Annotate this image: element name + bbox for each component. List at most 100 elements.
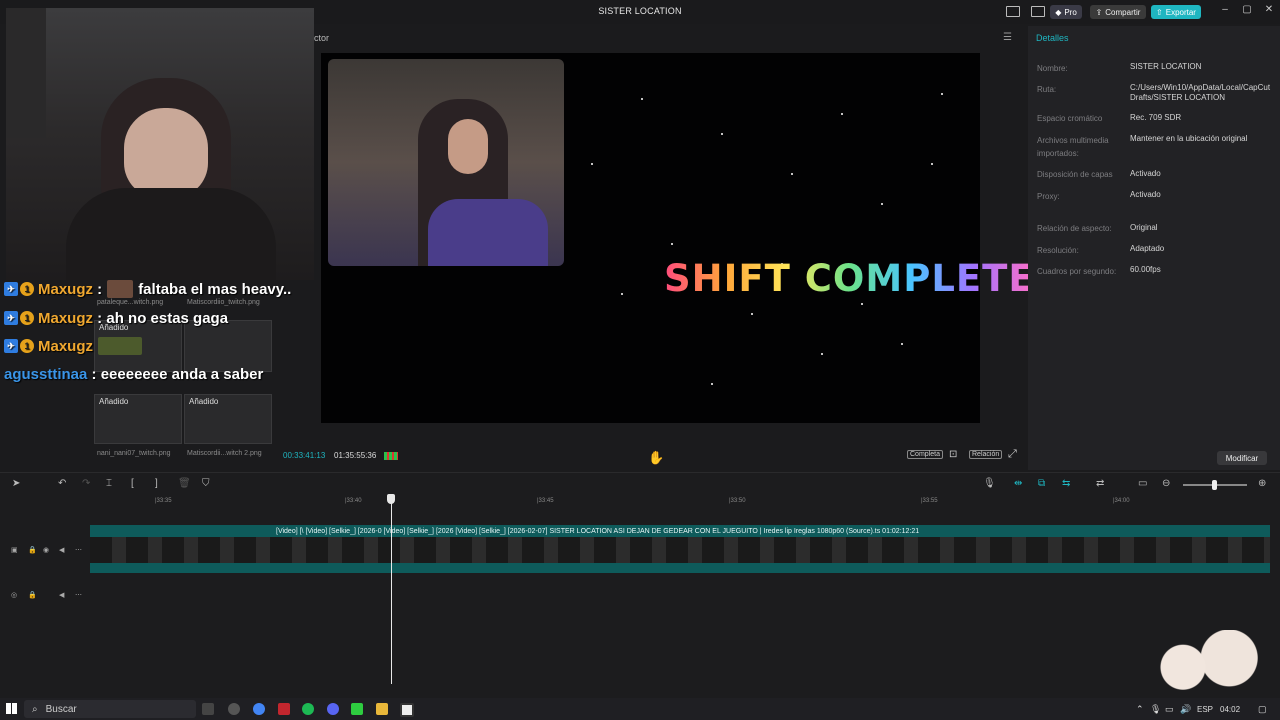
microphone-tray-icon[interactable]: 🎙 xyxy=(1150,704,1161,715)
detail-label: Cuadros por segundo: xyxy=(1037,267,1117,276)
media-thumbnail[interactable]: Añadido xyxy=(184,394,272,444)
magnet-icon[interactable]: ⇹ xyxy=(1014,478,1022,489)
screenshot-icon[interactable]: ⊡ xyxy=(949,449,957,460)
ratio-button[interactable]: Relación xyxy=(969,450,1003,459)
prime-badge-icon: ✈ xyxy=(4,339,18,353)
spotify-icon[interactable] xyxy=(302,703,314,715)
detail-value: Activado xyxy=(1130,169,1161,178)
chrome-icon[interactable] xyxy=(253,703,265,715)
maximize-icon[interactable]: ▢ xyxy=(1240,4,1254,15)
chat-overlay: ✈ 1 Maxugz : faltaba el mas heavy.. ✈ 1 Ma… xyxy=(0,278,315,394)
export-button[interactable]: ⇧ Exportar xyxy=(1151,5,1201,19)
layout-icon[interactable] xyxy=(1006,6,1020,17)
taskbar-search[interactable]: ⌕ Buscar xyxy=(24,700,196,718)
media-item-label: Matiscordii...witch 2.png xyxy=(187,450,262,457)
diamond-icon: ◆ xyxy=(1055,7,1062,17)
audio-track-icon[interactable]: ◎ xyxy=(11,591,17,599)
chat-message: ✈ 1 Maxugz : ah no estas gaga xyxy=(4,307,228,329)
redo-icon[interactable]: ↷ xyxy=(82,478,90,489)
audio-icon[interactable]: ◀ xyxy=(59,591,64,599)
capcut-icon[interactable] xyxy=(400,703,414,717)
shortcut-icon[interactable] xyxy=(1031,6,1045,17)
minimize-icon[interactable]: – xyxy=(1218,4,1232,15)
added-badge: Añadido xyxy=(189,397,219,406)
select-tool-icon[interactable]: ➤ xyxy=(12,478,20,489)
close-icon[interactable]: ✕ xyxy=(1262,4,1276,15)
marker-icon[interactable]: ⛉ xyxy=(202,478,210,489)
clock-app-icon[interactable] xyxy=(228,703,240,715)
share-label: Compartir xyxy=(1105,7,1141,17)
zoom-in-icon[interactable]: ⊕ xyxy=(1258,478,1266,489)
link-icon[interactable]: ⧉ xyxy=(1038,478,1045,489)
audio-icon[interactable]: ◀ xyxy=(59,546,64,554)
share-button[interactable]: ⇪ Compartir xyxy=(1090,5,1146,19)
split-icon[interactable]: ⌶ xyxy=(106,478,112,489)
trim-left-icon[interactable]: [ xyxy=(131,478,134,489)
kick-icon[interactable] xyxy=(351,703,363,715)
playhead-handle[interactable] xyxy=(387,494,395,504)
pro-button[interactable]: ◆ Pro xyxy=(1050,5,1082,19)
lock-icon[interactable]: 🔒 xyxy=(28,546,37,554)
chat-colon: : xyxy=(87,365,101,383)
news-app-icon[interactable] xyxy=(278,703,290,715)
lock-icon[interactable]: 🔒 xyxy=(28,591,37,599)
clock[interactable]: 04:02 xyxy=(1220,705,1240,714)
language-indicator[interactable]: ESP xyxy=(1197,705,1213,714)
file-explorer-icon[interactable] xyxy=(376,703,388,715)
chat-username: Maxugz xyxy=(38,280,94,298)
detail-value: Original xyxy=(1130,223,1158,232)
zoom-out-icon[interactable]: ⊖ xyxy=(1162,478,1170,489)
picture-in-picture-video[interactable] xyxy=(328,59,564,266)
preview-axis-icon[interactable]: ⇆ xyxy=(1062,478,1070,489)
microphone-icon[interactable]: 🎙 xyxy=(983,478,996,489)
audio-meter-icon xyxy=(384,452,398,460)
overlay-title-text: SHIFT COMPLETE xyxy=(664,257,1035,300)
fullscreen-icon[interactable]: ⤢ xyxy=(1008,448,1017,461)
volume-icon[interactable]: 🔊 xyxy=(1180,704,1191,715)
menu-icon[interactable]: ☰ xyxy=(1003,32,1012,43)
detail-value: 60.00fps xyxy=(1130,265,1161,274)
replace-icon[interactable]: ⇄ xyxy=(1096,478,1104,489)
detail-label: Proxy: xyxy=(1037,192,1060,201)
clip-label: [Video] [\ [Video] [Selkie_] [2026-0 [Vi… xyxy=(276,528,920,535)
prime-badge-icon: ✈ xyxy=(4,311,18,325)
more-icon[interactable]: ⋯ xyxy=(75,546,82,554)
media-thumbnail[interactable]: Añadido xyxy=(94,394,182,444)
media-item-label: nani_nani07_twitch.png xyxy=(97,450,171,457)
full-quality-button[interactable]: Completa xyxy=(907,450,943,459)
tray-chevron-icon[interactable]: ⌃ xyxy=(1136,704,1144,715)
detail-value: Rec. 709 SDR xyxy=(1130,113,1182,122)
pro-label: Pro xyxy=(1064,7,1077,17)
timeline-panel xyxy=(0,472,1280,699)
network-icon[interactable]: ▭ xyxy=(1165,704,1174,715)
discord-icon[interactable] xyxy=(327,703,339,715)
chat-message: ✈ 1 Maxugz xyxy=(4,335,147,357)
sub-badge-icon: 1 xyxy=(20,282,34,296)
windows-start-icon[interactable] xyxy=(6,703,17,714)
ruler-tick: |33:50 xyxy=(729,498,746,504)
chat-text: faltaba el mas heavy.. xyxy=(138,280,292,298)
trim-right-icon[interactable]: ] xyxy=(155,478,158,489)
visibility-icon[interactable]: ◉ xyxy=(43,546,49,554)
task-view-icon[interactable] xyxy=(202,703,214,715)
track-cover-icon[interactable]: ▣ xyxy=(11,546,18,554)
caption-icon[interactable]: ▭ xyxy=(1138,478,1147,489)
cursor-hand-icon: ✋ xyxy=(648,450,665,465)
undo-icon[interactable]: ↶ xyxy=(58,478,66,489)
zoom-slider-handle[interactable] xyxy=(1212,480,1217,490)
modify-button[interactable]: Modificar xyxy=(1217,451,1267,465)
playhead[interactable] xyxy=(391,494,392,684)
chat-username: Maxugz xyxy=(38,309,94,327)
notification-icon[interactable]: ▢ xyxy=(1258,704,1267,715)
delete-icon[interactable]: 🗑 xyxy=(178,478,191,489)
cat-sticker xyxy=(1150,630,1260,692)
face-shape xyxy=(124,108,208,198)
sub-badge-icon: 1 xyxy=(20,339,34,353)
detail-value: Activado xyxy=(1130,190,1161,199)
chat-username: agussttinaa xyxy=(4,365,88,383)
more-icon[interactable]: ⋯ xyxy=(75,591,82,599)
player-panel-label: ctor xyxy=(314,33,330,43)
emote-icon xyxy=(107,280,134,298)
export-label: Exportar xyxy=(1165,7,1196,17)
upload-icon: ⇧ xyxy=(1156,7,1163,17)
